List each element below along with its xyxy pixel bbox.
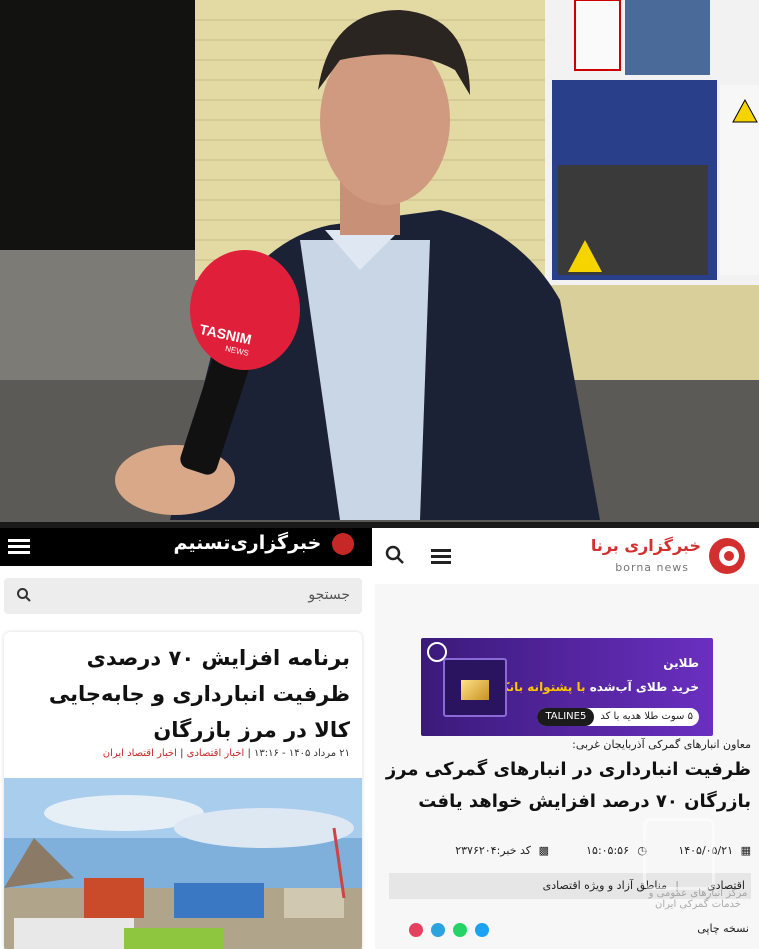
borna-logo-icon[interactable] bbox=[707, 536, 747, 576]
twitter-icon[interactable] bbox=[475, 923, 489, 937]
tasnim-article-card[interactable]: برنامه افزایش ۷۰ درصدی ظرفیت انبارداری و… bbox=[4, 632, 362, 949]
article-date: ۲۱ مرداد ۱۴۰۵ - ۱۳:۱۶ bbox=[254, 748, 350, 759]
print-link[interactable]: نسخه چاپی bbox=[697, 922, 749, 935]
advertisement-banner[interactable]: طلاین خرید طلای آب‌شده با پشتوانه بانکی … bbox=[421, 638, 713, 736]
article-image[interactable] bbox=[4, 778, 362, 949]
tasnim-header: خبرگزاری‌تسنیم bbox=[0, 528, 372, 566]
tasnim-logo[interactable]: خبرگزاری‌تسنیم bbox=[173, 532, 354, 555]
whatsapp-icon[interactable] bbox=[453, 923, 467, 937]
search-icon[interactable] bbox=[16, 587, 32, 603]
ad-headline: خرید طلای آب‌شده با پشتوانه بانکی bbox=[490, 680, 699, 694]
tasnim-search-box[interactable]: جستجو bbox=[4, 578, 362, 614]
borna-logo-text[interactable]: خبرگزاری برنا bbox=[591, 536, 701, 555]
search-icon[interactable] bbox=[385, 545, 405, 565]
ad-promo-pill: ۵ سوت طلا هدیه با کدTALINE5 bbox=[537, 708, 699, 726]
interview-photo: TASNIM NEWS bbox=[0, 0, 759, 522]
category-link[interactable]: اخبار اقتصاد ایران bbox=[103, 748, 177, 759]
article-code: کد خبر:۲۳۷۶۲۰۴ bbox=[455, 844, 531, 857]
tasnim-logo-icon bbox=[332, 532, 354, 555]
article-title[interactable]: برنامه افزایش ۷۰ درصدی ظرفیت انبارداری و… bbox=[12, 640, 350, 748]
hamburger-menu-icon[interactable] bbox=[8, 536, 30, 556]
pinterest-icon[interactable] bbox=[409, 923, 423, 937]
watermark-logo bbox=[643, 818, 715, 890]
article-kicker: معاون انبارهای گمرکی آذربایجان غربی: bbox=[572, 738, 751, 751]
article-meta: ۲۱ مرداد ۱۴۰۵ - ۱۳:۱۶ | اخبار اقتصادی | … bbox=[102, 748, 350, 759]
ad-brand: طلاین bbox=[663, 656, 699, 670]
borna-logo-sub: borna news bbox=[615, 561, 689, 574]
watermark-text: مرکز انبارهای عمومی و خدمات گمرکی ایران bbox=[648, 888, 748, 910]
tasnim-panel: خبرگزاری‌تسنیم جستجو برنامه افزایش ۷۰ در… bbox=[0, 528, 372, 949]
calendar-icon: ▦ bbox=[740, 844, 751, 857]
category-link[interactable]: اخبار اقتصادی bbox=[187, 748, 245, 759]
hamburger-menu-icon[interactable] bbox=[431, 546, 451, 564]
borna-panel: خبرگزاری برنا borna news طلاین خرید طلای… bbox=[375, 528, 759, 949]
promo-code: TALINE5 bbox=[537, 708, 595, 726]
article-time: ۱۵:۰۵:۵۶ bbox=[586, 844, 629, 857]
code-icon: ▩ bbox=[538, 844, 549, 857]
borna-header: خبرگزاری برنا borna news bbox=[375, 528, 759, 584]
telegram-icon[interactable] bbox=[431, 923, 445, 937]
search-input[interactable]: جستجو bbox=[308, 587, 350, 603]
gold-bar-image bbox=[461, 680, 489, 700]
article-title[interactable]: ظرفیت انبارداری در انبارهای گمرکی مرز با… bbox=[379, 754, 751, 818]
tasnim-logo-text: خبرگزاری‌تسنیم bbox=[173, 532, 322, 554]
